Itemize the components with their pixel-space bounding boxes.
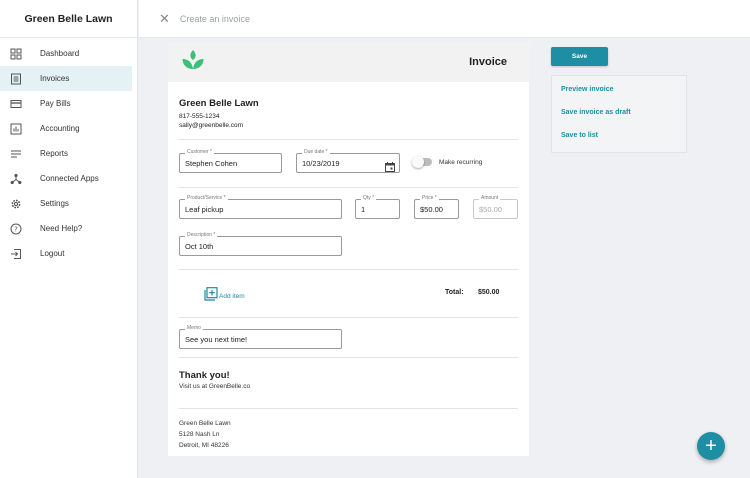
recurring-label: Make recurring [439,159,483,166]
description-value: Oct 10th [185,242,214,251]
divider [179,187,518,188]
visit-text: Visit us at GreenBelle.co [179,383,251,390]
sidebar-item-invoices[interactable]: Invoices [0,66,132,91]
company-email: sally@greenbelle.com [179,122,244,129]
add-fab-button[interactable]: + [697,432,725,460]
amount-value: $50.00 [479,205,502,214]
divider [179,408,518,409]
invoice-title: Invoice [469,56,507,68]
footer-address: Green Belle Lawn 5128 Nash Ln Detroit, M… [179,418,231,451]
amount-field: Amount $50.00 [473,195,518,219]
add-item-icon [204,287,218,306]
sidebar-item-dashboard[interactable]: Dashboard [0,41,137,66]
sidebar-item-label: Logout [40,249,65,258]
brand-name: Green Belle Lawn [0,0,137,38]
company-name: Green Belle Lawn [179,98,259,109]
invoice-icon [10,73,22,85]
price-value: $50.00 [420,205,443,214]
customer-value: Stephen Cohen [185,159,238,168]
gear-icon [10,198,22,210]
leaf-logo-icon [180,49,206,76]
description-field[interactable]: Description * Oct 10th [179,232,342,256]
sidebar-item-label: Dashboard [40,49,80,58]
logout-icon [10,248,22,260]
divider [179,357,518,358]
sidebar-item-need-help[interactable]: ? Need Help? [0,216,137,241]
invoice-header: Invoice [168,42,529,82]
total-value: $50.00 [478,289,500,296]
memo-field[interactable]: Memo See you next time! [179,325,342,349]
reports-icon [10,148,22,160]
footer-street: 5128 Nash Ln [179,431,220,438]
due-date-label: Due date * [302,149,330,155]
recurring-toggle[interactable] [412,156,432,168]
due-date-field[interactable]: Due date * 10/23/2019 [296,149,400,173]
company-info: Green Belle Lawn 817-555-1234 sally@gree… [179,98,259,129]
qty-field[interactable]: Qty * 1 [355,195,400,219]
memo-label: Memo [185,325,203,331]
page-title: Create an invoice [179,13,250,24]
customer-field[interactable]: Customer * Stephen Cohen [179,149,282,173]
footer-city: Detroit, MI 48226 [179,442,229,449]
sidebar-item-connected-apps[interactable]: Connected Apps [0,166,137,191]
sidebar-item-label: Connected Apps [40,174,99,183]
add-item-label: Add item [219,293,245,300]
sidebar-item-reports[interactable]: Reports [0,141,137,166]
divider [179,139,518,140]
description-label: Description * [185,232,218,238]
sidebar-item-accounting[interactable]: Accounting [0,116,137,141]
due-date-value: 10/23/2019 [302,159,340,168]
save-draft-link[interactable]: Save invoice as draft [561,109,631,116]
sidebar-item-label: Pay Bills [40,99,71,108]
footer-company-name: Green Belle Lawn [179,420,231,427]
company-phone: 817-555-1234 [179,113,220,120]
sidebar-item-logout[interactable]: Logout [0,241,137,266]
total-label: Total: [445,289,464,296]
chart-icon [10,123,22,135]
preview-invoice-link[interactable]: Preview invoice [561,86,614,93]
product-field[interactable]: Product/Service * Leaf pickup [179,195,342,219]
thank-you-text: Thank you! [179,370,230,381]
calendar-icon[interactable] [385,159,395,172]
sidebar-item-label: Reports [40,149,69,158]
product-label: Product/Service * [185,195,228,201]
customer-label: Customer * [185,149,215,155]
invoice-card: Invoice Green Belle Lawn 817-555-1234 sa… [168,42,529,456]
memo-value: See you next time! [185,335,248,344]
sidebar-nav: Dashboard Invoices Pay Bills Accounting … [0,38,137,266]
sidebar-item-label: Invoices [40,74,70,83]
close-icon[interactable]: ✕ [159,12,170,25]
top-bar: ✕ Create an invoice [139,0,750,38]
credit-card-icon [10,98,22,110]
plus-icon: + [705,435,717,457]
help-icon: ? [10,223,22,235]
divider [179,269,518,270]
sidebar-item-label: Settings [40,199,69,208]
sidebar: Green Belle Lawn Dashboard Invoices Pay … [0,0,138,478]
product-value: Leaf pickup [185,205,224,214]
sidebar-item-label: Need Help? [40,224,83,233]
price-field[interactable]: Price * $50.00 [414,195,459,219]
amount-label: Amount [479,195,501,201]
qty-value: 1 [361,205,366,214]
save-button[interactable]: Save [551,47,608,66]
sidebar-item-pay-bills[interactable]: Pay Bills [0,91,137,116]
save-to-list-link[interactable]: Save to list [561,132,598,139]
connected-apps-icon [10,173,22,185]
sidebar-item-settings[interactable]: Settings [0,191,137,216]
actions-panel: Preview invoice Save invoice as draft Sa… [551,75,687,153]
qty-label: Qty * [361,195,377,201]
divider [179,317,518,318]
price-label: Price * [420,195,439,201]
svg-text:?: ? [14,225,18,233]
add-item-button[interactable]: Add item [204,287,245,306]
dashboard-icon [10,48,22,60]
toggle-knob [412,156,424,168]
sidebar-item-label: Accounting [40,124,80,133]
